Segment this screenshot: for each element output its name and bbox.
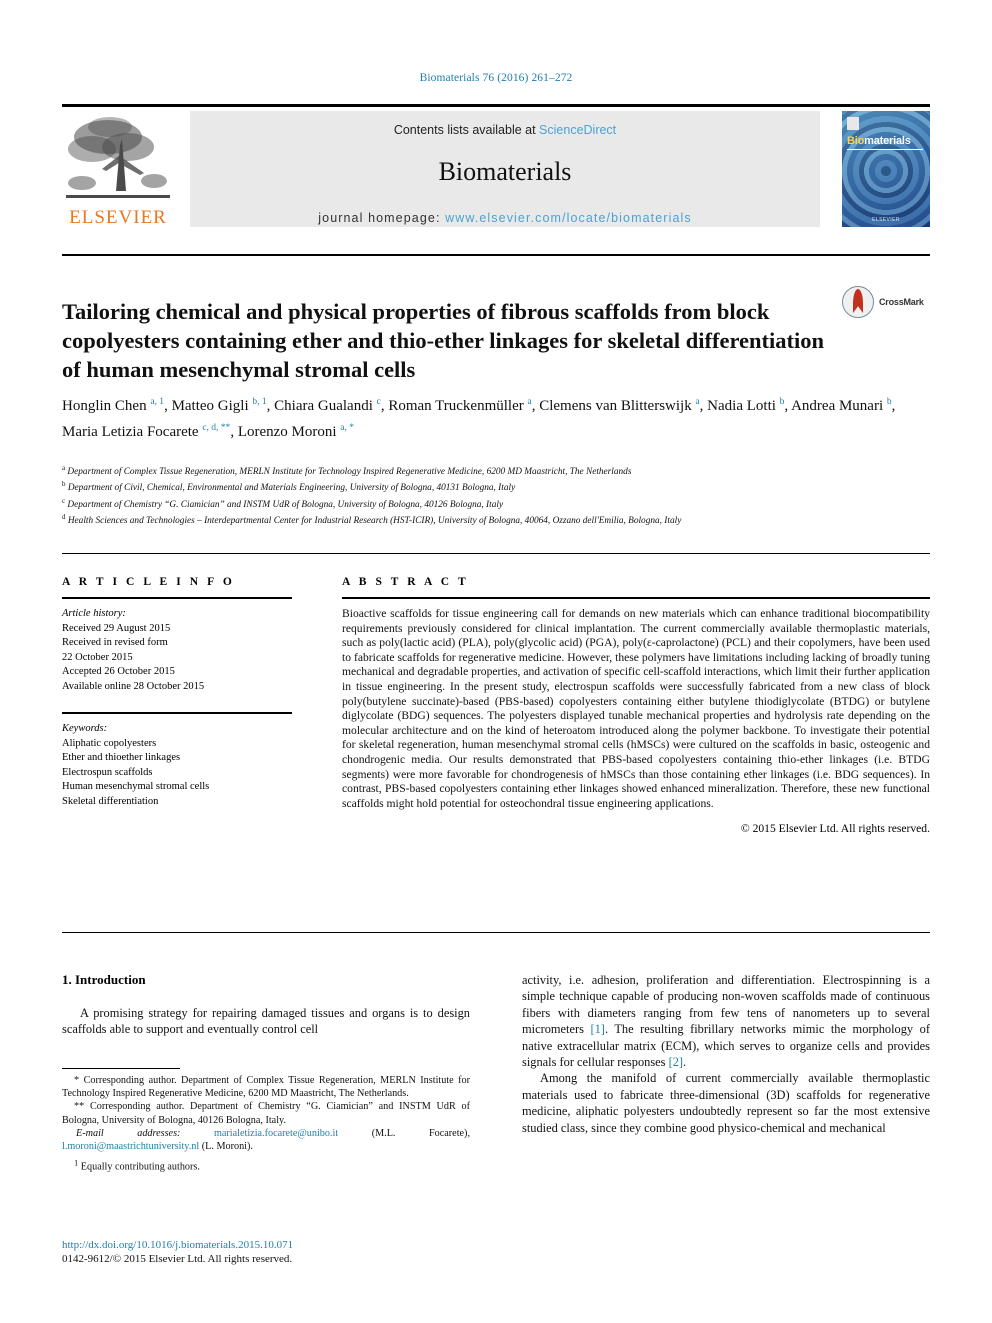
- cover-title-rest: materials: [864, 135, 911, 147]
- keywords-label: Keywords:: [62, 723, 108, 734]
- keyword-item: Skeletal differentiation: [62, 795, 159, 807]
- abstract-section-top-rule: [62, 553, 930, 554]
- article-info-column: A R T I C L E I N F O Article history: R…: [62, 576, 292, 809]
- affiliation-item: d Health Sciences and Technologies – Int…: [62, 512, 682, 526]
- masthead-bottom-rule: [62, 254, 930, 256]
- corr-text-1: Corresponding author. Department of Comp…: [62, 1075, 471, 1100]
- homepage-prefix: journal homepage:: [318, 211, 446, 225]
- intro-paragraph-1-continued: activity, i.e. adhesion, proliferation a…: [522, 972, 930, 1070]
- footnote-rule: [62, 1068, 180, 1069]
- affiliation-list: a Department of Complex Tissue Regenerat…: [62, 462, 930, 527]
- cover-title: Biomaterials: [847, 135, 911, 147]
- footnote-block: * Corresponding author. Department of Co…: [62, 1068, 470, 1174]
- cover-publisher-mark-icon: [847, 117, 859, 130]
- elsevier-wordmark: ELSEVIER: [69, 207, 167, 228]
- corresponding-author-note-2: ** Corresponding author. Department of C…: [62, 1100, 470, 1126]
- author-list: Honglin Chen a, 1, Matteo Gigli b, 1, Ch…: [62, 397, 896, 440]
- affiliation-mark: d: [62, 512, 66, 521]
- keyword-item: Ether and thioether linkages: [62, 752, 181, 763]
- email-link-1[interactable]: marialetizia.focarete@unibo.it: [214, 1128, 338, 1139]
- history-line: Accepted 26 October 2015: [62, 666, 175, 677]
- abstract-section-bottom-rule: [62, 932, 930, 933]
- keyword-item: Electrospun scaffolds: [62, 766, 153, 778]
- keyword-list: Aliphatic copolyesters Ether and thioeth…: [62, 737, 292, 810]
- affiliation-mark: b: [62, 480, 66, 489]
- history-line: Received 29 August 2015: [62, 622, 171, 634]
- article-history-label: Article history:: [62, 608, 126, 619]
- running-citation: Biomaterials 76 (2016) 261–272: [419, 72, 573, 84]
- keywords-rule: [62, 712, 292, 714]
- journal-cover-thumbnail: Biomaterials ELSEVIER: [842, 111, 930, 227]
- equal-mark: 1: [74, 1157, 79, 1168]
- history-line: Available online 28 October 2015: [62, 680, 205, 692]
- history-line: 22 October 2015: [62, 651, 133, 663]
- abstract-rule: [342, 597, 930, 599]
- contents-prefix: Contents lists available at: [393, 123, 540, 137]
- email-label: E-mail addresses:: [76, 1127, 181, 1139]
- intro-paragraph-1-part1: A promising strategy for repairing damag…: [62, 1006, 470, 1037]
- corr-mark-2: **: [74, 1101, 85, 1113]
- abstract-column: A B S T R A C T Bioactive scaffolds for …: [342, 576, 930, 835]
- intro-paragraph-2: Among the manifold of current commercial…: [522, 1071, 930, 1135]
- email-addresses-note: E-mail addresses: marialetizia.focarete@…: [62, 1127, 470, 1153]
- elsevier-tree-icon: [66, 117, 170, 198]
- affiliation-item: b Department of Civil, Chemical, Environ…: [62, 480, 516, 494]
- issn-copyright: 0142-9612/© 2015 Elsevier Ltd. All right…: [62, 1253, 293, 1265]
- contents-line: Contents lists available at ScienceDirec…: [190, 123, 820, 137]
- cover-title-bio: Bio: [847, 135, 865, 147]
- journal-banner: Contents lists available at ScienceDirec…: [190, 111, 820, 227]
- doi-link[interactable]: http://dx.doi.org/10.1016/j.biomaterials…: [62, 1238, 482, 1252]
- doi-block: http://dx.doi.org/10.1016/j.biomaterials…: [62, 1238, 482, 1266]
- article-info-rule: [62, 597, 292, 599]
- keyword-item: Aliphatic copolyesters: [62, 737, 157, 749]
- equal-note-text: Equally contributing authors.: [80, 1161, 200, 1173]
- journal-homepage-line: journal homepage: www.elsevier.com/locat…: [190, 211, 820, 225]
- affiliation-mark: a: [62, 464, 66, 472]
- article-history-lines: Received 29 August 2015 Received in revi…: [62, 622, 292, 695]
- email-link-2[interactable]: l.moroni@maastrichtuniversity.nl: [62, 1141, 199, 1152]
- journal-masthead: ELSEVIER Contents lists available at Sci…: [62, 104, 930, 228]
- body-left-column: 1. Introduction A promising strategy for…: [62, 972, 470, 1038]
- abstract-heading: A B S T R A C T: [342, 576, 469, 588]
- corr-mark-1: *: [74, 1075, 80, 1086]
- affiliation-item: c Department of Chemistry “G. Ciamician”…: [62, 496, 504, 510]
- email-owner-2: (L. Moroni).: [201, 1141, 253, 1153]
- body-right-column: activity, i.e. adhesion, proliferation a…: [522, 972, 930, 1136]
- elsevier-logo: ELSEVIER: [62, 111, 174, 229]
- affiliation-item: a Department of Complex Tissue Regenerat…: [62, 464, 632, 478]
- sciencedirect-link[interactable]: ScienceDirect: [539, 123, 616, 137]
- citation-ref-2[interactable]: [2]: [669, 1055, 683, 1069]
- affiliation-mark: c: [62, 496, 66, 505]
- cover-title-rule: [847, 149, 923, 150]
- crossmark-badge[interactable]: CrossMark: [842, 286, 930, 320]
- history-line: Received in revised form: [62, 637, 168, 648]
- corr-text-2: Corresponding author. Department of Chem…: [62, 1101, 471, 1126]
- abstract-copyright: © 2015 Elsevier Ltd. All rights reserved…: [740, 822, 930, 836]
- article-page: Biomaterials 76 (2016) 261–272 ELSEVIER: [0, 0, 992, 1323]
- keyword-item: Human mesenchymal stromal cells: [62, 781, 210, 792]
- email-owner-1: (M.L. Focarete),: [371, 1127, 470, 1139]
- crossmark-label: CrossMark: [879, 297, 924, 307]
- equal-contribution-note: 1 Equally contributing authors.: [62, 1156, 470, 1174]
- journal-title: Biomaterials: [438, 157, 572, 186]
- homepage-url-link[interactable]: www.elsevier.com/locate/biomaterials: [445, 211, 692, 225]
- citation-ref-1[interactable]: [1]: [590, 1022, 604, 1036]
- article-info-heading: A R T I C L E I N F O: [62, 576, 235, 588]
- section-heading-introduction: 1. Introduction: [62, 972, 146, 987]
- page-title: Tailoring chemical and physical properti…: [62, 299, 825, 383]
- abstract-text: Bioactive scaffolds for tissue engineeri…: [342, 607, 930, 810]
- cover-footer-text: ELSEVIER: [872, 217, 900, 223]
- corresponding-author-note-1: * Corresponding author. Department of Co…: [62, 1074, 470, 1100]
- intro-text-c: .: [683, 1055, 687, 1070]
